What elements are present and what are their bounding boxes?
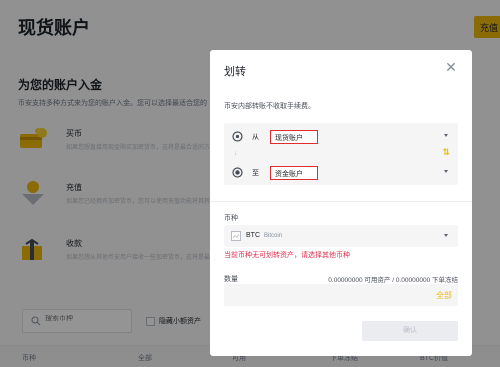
divider	[210, 201, 472, 202]
to-account-row[interactable]: 至 资金账户	[224, 163, 458, 183]
amount-input[interactable]: 全部	[224, 284, 458, 306]
to-label: 至	[252, 170, 259, 177]
chevron-down-icon	[444, 134, 448, 137]
coin-placeholder-icon	[231, 231, 241, 241]
close-icon[interactable]: ✕	[444, 60, 458, 74]
amount-availability: 0.00000000 可用资产 / 0.00000000 下单冻结	[328, 277, 458, 284]
modal-title: 划转	[224, 66, 246, 78]
coin-name: Bitcoin	[264, 233, 283, 239]
max-all-button[interactable]: 全部	[436, 290, 452, 301]
amount-label: 数量	[224, 276, 238, 283]
confirm-button[interactable]: 确认	[362, 321, 458, 341]
coin-select[interactable]: BTC Bitcoin	[224, 225, 458, 247]
coin-symbol: BTC	[246, 232, 260, 239]
error-message: 当前币种无可划转资产，请选择其他币种	[224, 252, 350, 259]
chevron-down-icon	[444, 170, 448, 173]
arrow-down-icon: ↓	[234, 150, 238, 157]
chevron-down-icon	[444, 234, 448, 237]
from-account-icon	[232, 131, 243, 142]
swap-icon[interactable]: ⇅	[442, 147, 450, 158]
from-account-select[interactable]: 现货账户	[270, 130, 318, 144]
transfer-accounts-box: 从 现货账户 ↓ ⇅ 至 资金账户	[224, 123, 458, 185]
from-account-row[interactable]: 从 现货账户	[224, 127, 458, 147]
to-account-icon	[232, 167, 243, 178]
transfer-modal: 划转 ✕ 币安内部转账不收取手续费。 从 现货账户 ↓ ⇅ 至 资金账户 币种	[210, 50, 472, 356]
fee-note: 币安内部转账不收取手续费。	[224, 103, 315, 110]
from-label: 从	[252, 134, 259, 141]
coin-label: 币种	[224, 215, 238, 222]
to-account-select[interactable]: 资金账户	[270, 166, 318, 180]
